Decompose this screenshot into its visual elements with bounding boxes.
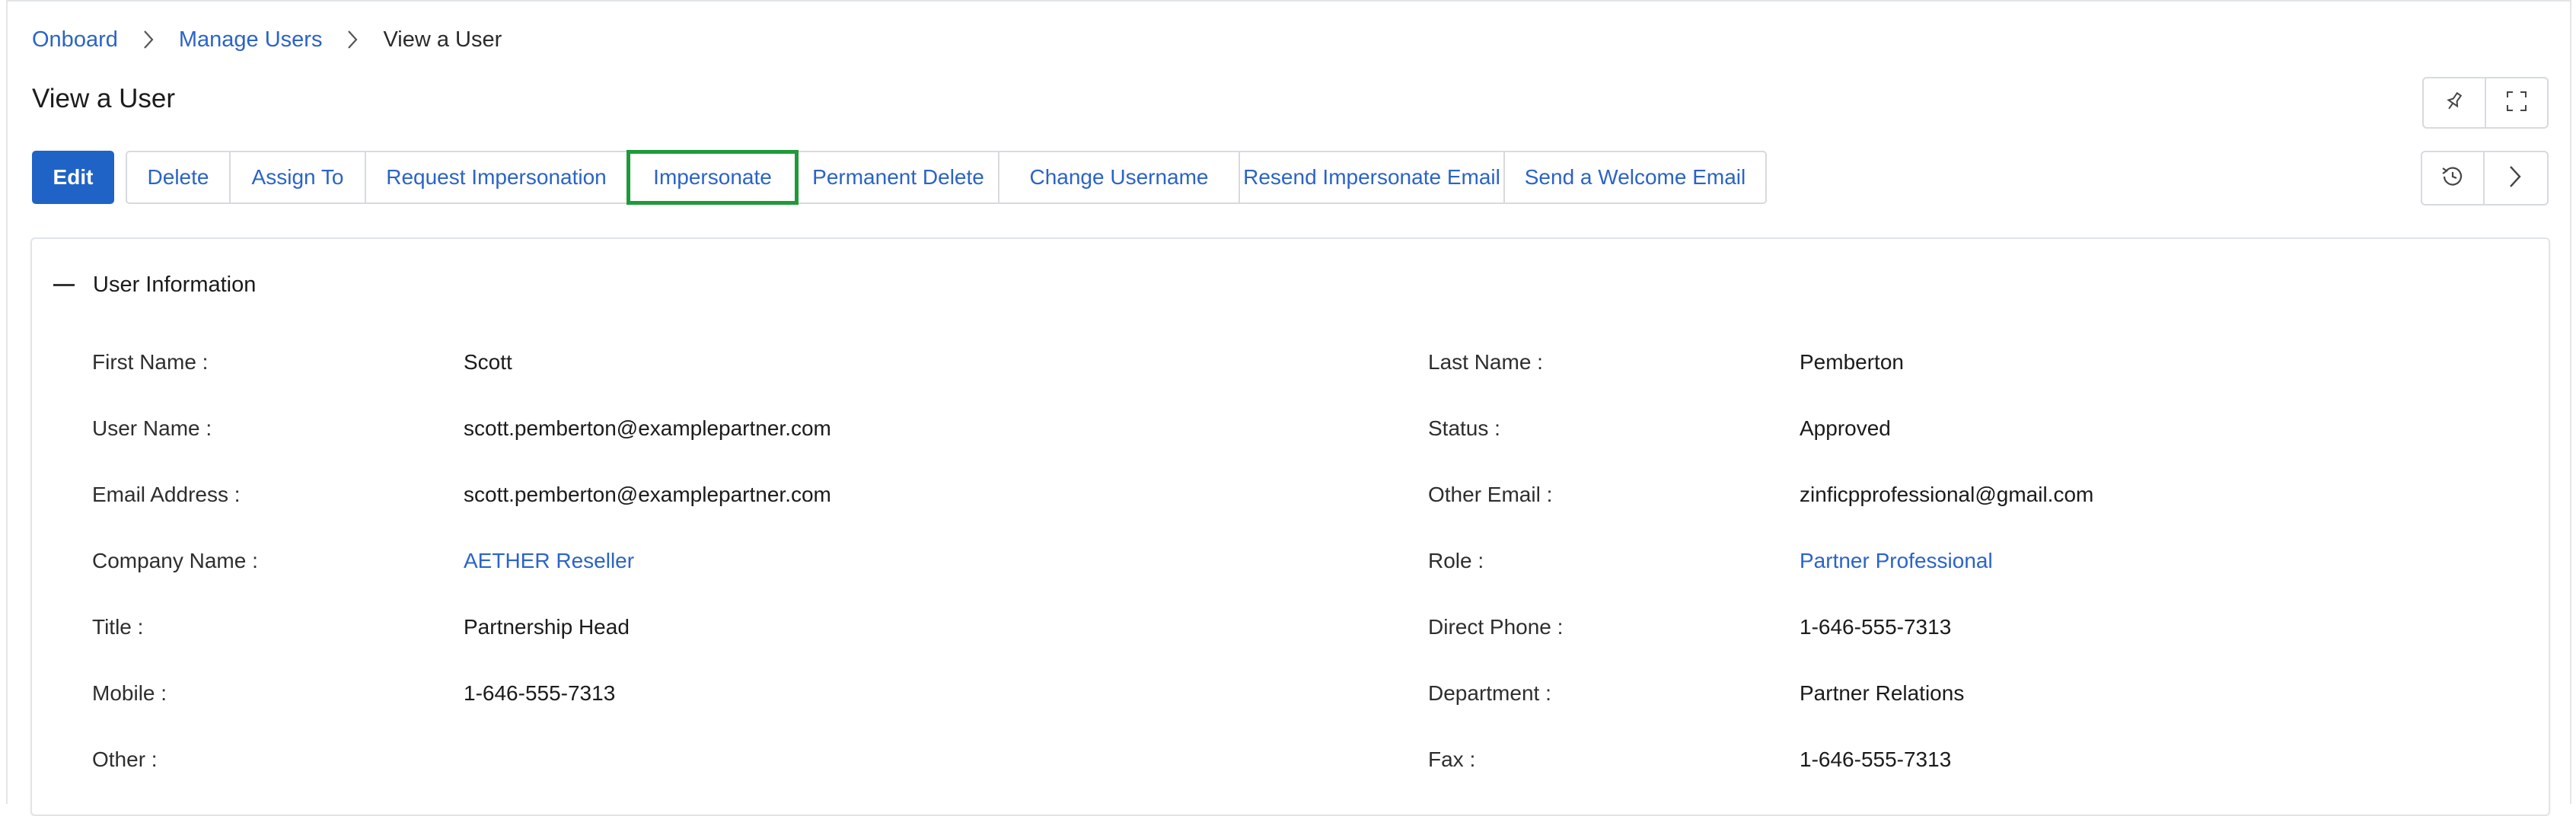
page-title: View a User	[32, 84, 176, 113]
breadcrumb-onboard-link[interactable]: Onboard	[32, 27, 118, 53]
email-address-value: scott.pemberton@examplepartner.com	[464, 483, 831, 506]
status-label: Status :	[1428, 416, 1500, 440]
user-name-value: scott.pemberton@examplepartner.com	[464, 416, 831, 440]
role-link[interactable]: Partner Professional	[1800, 546, 1993, 576]
status-value: Approved	[1800, 416, 1891, 440]
breadcrumb: Onboard Manage Users View a User	[32, 26, 502, 53]
other-label: Other :	[92, 747, 158, 771]
resend-impersonate-email-button[interactable]: Resend Impersonate Email	[1239, 152, 1503, 202]
email-address-label: Email Address :	[92, 483, 241, 506]
change-username-button[interactable]: Change Username	[998, 152, 1239, 202]
chevron-right-icon	[322, 26, 383, 53]
fax-value: 1-646-555-7313	[1800, 747, 1952, 771]
breadcrumb-current: View a User	[383, 27, 502, 52]
fullscreen-button[interactable]	[2485, 78, 2547, 127]
history-icon	[2440, 164, 2466, 193]
other-email-label: Other Email :	[1428, 483, 1553, 506]
expand-icon	[2505, 90, 2528, 116]
first-name-label: First Name :	[92, 350, 209, 374]
collapse-icon[interactable]	[53, 283, 75, 286]
last-name-label: Last Name :	[1428, 350, 1543, 374]
user-information-card: User Information First Name : User Name …	[30, 237, 2550, 816]
assign-to-button[interactable]: Assign To	[229, 152, 365, 202]
user-name-label: User Name :	[92, 416, 212, 440]
section-title: User Information	[93, 272, 257, 297]
direct-phone-value: 1-646-555-7313	[1800, 615, 1952, 639]
title-label: Title :	[92, 615, 144, 639]
department-value: Partner Relations	[1800, 681, 1965, 705]
other-email-value: zinficpprofessional@gmail.com	[1800, 483, 2094, 506]
chevron-right-icon	[118, 26, 179, 53]
permanent-delete-button[interactable]: Permanent Delete	[799, 152, 998, 202]
request-impersonation-button[interactable]: Request Impersonation	[365, 152, 626, 202]
last-name-value: Pemberton	[1800, 350, 1904, 374]
department-label: Department :	[1428, 681, 1551, 705]
first-name-value: Scott	[464, 350, 512, 374]
section-header[interactable]: User Information	[53, 269, 256, 300]
delete-button[interactable]: Delete	[127, 152, 229, 202]
breadcrumb-manage-users-link[interactable]: Manage Users	[179, 27, 323, 53]
pin-button[interactable]	[2424, 78, 2485, 127]
fax-label: Fax :	[1428, 747, 1476, 771]
next-record-button[interactable]	[2483, 152, 2546, 204]
chevron-right-icon	[2507, 164, 2523, 193]
mobile-value: 1-646-555-7313	[464, 681, 616, 705]
view-options-group	[2422, 77, 2549, 129]
mobile-label: Mobile :	[92, 681, 167, 705]
history-button[interactable]	[2422, 152, 2483, 204]
edit-button[interactable]: Edit	[32, 151, 114, 204]
role-label: Role :	[1428, 549, 1484, 572]
navigation-group	[2421, 151, 2549, 206]
action-button-group: Delete Assign To Request Impersonation I…	[126, 150, 1767, 205]
company-name-label: Company Name :	[92, 549, 258, 572]
pin-icon	[2443, 90, 2466, 116]
title-value: Partnership Head	[464, 615, 630, 639]
action-toolbar: Edit Delete Assign To Request Impersonat…	[32, 150, 1767, 206]
direct-phone-label: Direct Phone :	[1428, 615, 1564, 639]
company-name-link[interactable]: AETHER Reseller	[464, 546, 634, 576]
send-welcome-email-button[interactable]: Send a Welcome Email	[1503, 152, 1765, 202]
impersonate-button[interactable]: Impersonate	[626, 150, 799, 205]
